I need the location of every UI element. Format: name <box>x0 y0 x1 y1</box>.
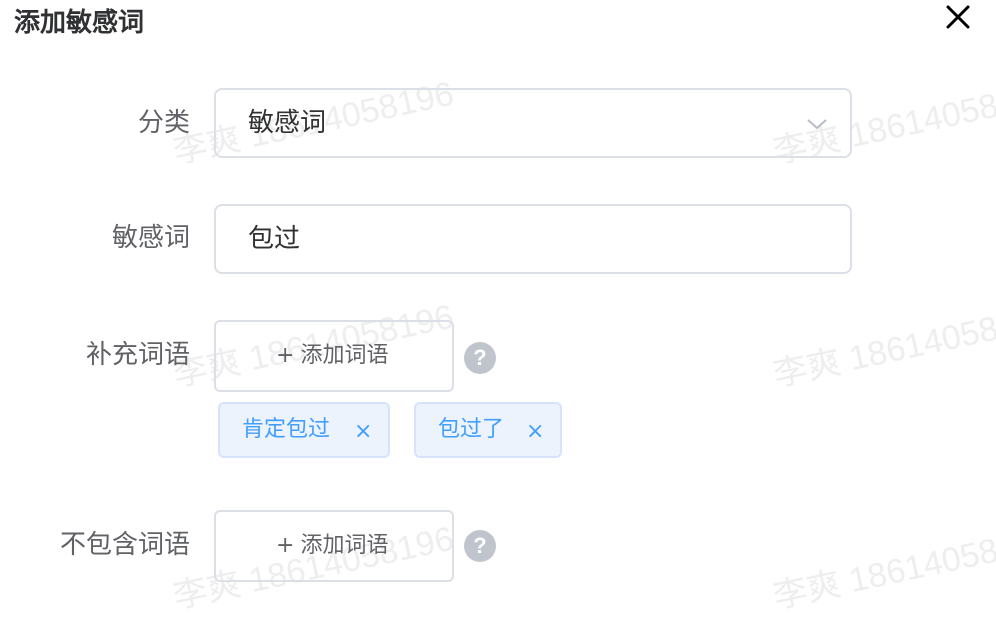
category-label: 分类 <box>137 108 190 138</box>
category-select-value: 敏感词 <box>248 108 327 138</box>
sensitive-word-value: 包过 <box>248 224 301 254</box>
sensitive-word-label: 敏感词 <box>111 223 190 253</box>
tag-label: 包过了 <box>438 417 505 442</box>
close-button[interactable] <box>942 3 974 33</box>
watermark: 李爽 18614058196 <box>769 297 996 395</box>
supplement-word-tag: 肯定包过 × <box>218 402 390 458</box>
chevron-down-icon <box>806 116 828 135</box>
add-supplement-word-label: 添加词语 <box>300 343 389 368</box>
plus-icon: + <box>276 343 295 368</box>
question-circle-icon[interactable]: ? <box>464 530 496 562</box>
add-exclude-word-button[interactable]: + 添加词语 <box>214 510 454 582</box>
plus-icon: + <box>276 533 295 558</box>
supplement-words-label: 补充词语 <box>85 340 190 370</box>
close-icon[interactable] <box>942 3 974 33</box>
supplement-word-tag: 包过了 × <box>414 402 562 458</box>
exclude-words-label: 不包含词语 <box>59 530 190 560</box>
question-circle-icon[interactable]: ? <box>464 342 496 374</box>
tag-close-icon[interactable]: × <box>354 417 372 447</box>
tag-label: 肯定包过 <box>242 417 331 442</box>
add-supplement-word-button[interactable]: + 添加词语 <box>214 320 454 392</box>
sensitive-word-input[interactable]: 包过 <box>214 204 852 274</box>
tag-close-icon[interactable]: × <box>526 417 544 447</box>
add-exclude-word-label: 添加词语 <box>300 533 389 558</box>
dialog-title: 添加敏感词 <box>14 8 145 38</box>
category-select[interactable]: 敏感词 <box>214 88 852 158</box>
